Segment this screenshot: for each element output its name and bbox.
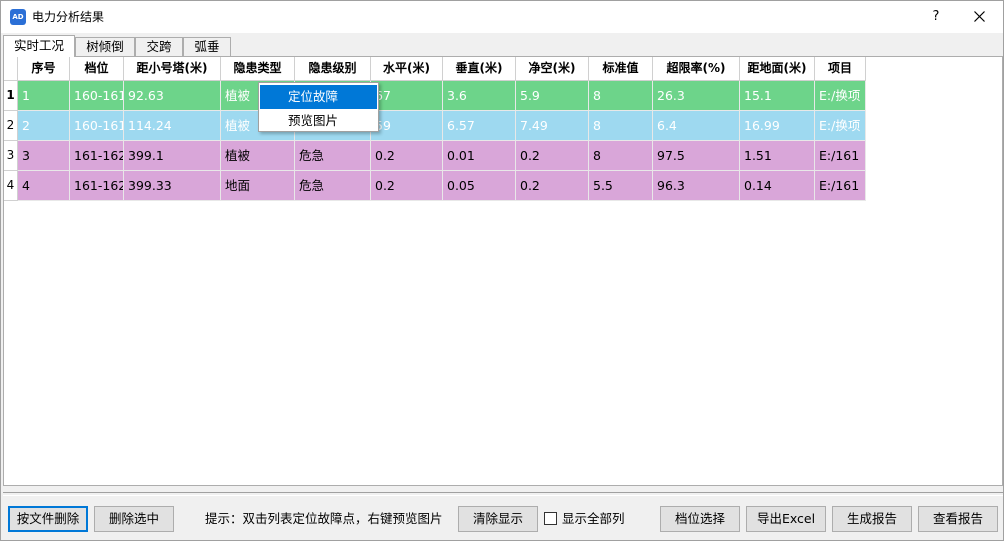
title-bar[interactable]: AD 电力分析结果 ? xyxy=(1,1,1003,33)
index-cell[interactable]: 1 xyxy=(18,81,70,111)
overrun-rate-cell[interactable]: 96.3 xyxy=(653,171,740,201)
project-cell[interactable]: E:/换项 xyxy=(815,81,866,111)
tab-realtime[interactable]: 实时工况 xyxy=(3,35,75,57)
vertical-cell[interactable]: 3.6 xyxy=(443,81,516,111)
horizontal-cell[interactable]: 67 xyxy=(371,81,443,111)
index-cell[interactable]: 3 xyxy=(18,141,70,171)
ground-distance-cell[interactable]: 16.99 xyxy=(740,111,815,141)
app-logo-icon: AD xyxy=(10,9,26,25)
ground-distance-cell[interactable]: 15.1 xyxy=(740,81,815,111)
tab-sag[interactable]: 弧垂 xyxy=(183,37,231,57)
delete-by-file-button[interactable]: 按文件删除 xyxy=(8,506,88,532)
project-cell[interactable]: E:/换项 xyxy=(815,111,866,141)
col-vertical-header[interactable]: 垂直(米) xyxy=(443,57,516,81)
span-cell[interactable]: 161-162 xyxy=(70,171,124,201)
show-all-columns-label[interactable]: 显示全部列 xyxy=(562,506,625,532)
col-distance-to-tower-header[interactable]: 距小号塔(米) xyxy=(124,57,221,81)
span-cell[interactable]: 160-161 xyxy=(70,111,124,141)
distance-to-tower-cell[interactable]: 399.1 xyxy=(124,141,221,171)
col-index-header[interactable]: 序号 xyxy=(18,57,70,81)
clear-display-button[interactable]: 清除显示 xyxy=(458,506,538,532)
hazard-type-cell[interactable]: 植被 xyxy=(221,141,295,171)
export-excel-button[interactable]: 导出Excel xyxy=(746,506,826,532)
distance-to-tower-cell[interactable]: 92.63 xyxy=(124,81,221,111)
show-all-columns-checkbox[interactable] xyxy=(544,512,557,525)
window-title: 电力分析结果 xyxy=(32,10,105,24)
row-header[interactable]: 4 xyxy=(4,171,18,201)
distance-to-tower-cell[interactable]: 114.24 xyxy=(124,111,221,141)
row-header[interactable]: 1 xyxy=(4,81,18,111)
tab-tree-fall[interactable]: 树倾倒 xyxy=(75,37,135,57)
generate-report-button[interactable]: 生成报告 xyxy=(832,506,912,532)
table-row[interactable]: 4 4 161-162 399.33 地面 危急 0.2 0.05 0.2 5.5 96.3 0.14… xyxy=(4,171,866,201)
row-header[interactable]: 2 xyxy=(4,111,18,141)
col-overrun-rate-header[interactable]: 超限率(%) xyxy=(653,57,740,81)
menu-item-preview-image[interactable]: 预览图片 xyxy=(260,109,377,133)
vertical-cell[interactable]: 6.57 xyxy=(443,111,516,141)
overrun-rate-cell[interactable]: 97.5 xyxy=(653,141,740,171)
horizontal-cell[interactable]: 59 xyxy=(371,111,443,141)
standard-cell[interactable]: 8 xyxy=(589,81,653,111)
horizontal-cell[interactable]: 0.2 xyxy=(371,171,443,201)
table-row[interactable]: 3 3 161-162 399.1 植被 危急 0.2 0.01 0.2 8 97.5 1.51 E:/… xyxy=(4,141,866,171)
context-menu: 定位故障 预览图片 xyxy=(258,82,379,132)
clearance-cell[interactable]: 0.2 xyxy=(516,171,589,201)
col-hazard-level-header[interactable]: 隐患级别 xyxy=(295,57,371,81)
tab-panel: 序号 档位 距小号塔(米) 隐患类型 隐患级别 水平(米) 垂直(米) 净空(米) 标准值 超限率… xyxy=(3,56,1003,486)
horizontal-cell[interactable]: 0.2 xyxy=(371,141,443,171)
col-span-header[interactable]: 档位 xyxy=(70,57,124,81)
menu-item-locate-fault[interactable]: 定位故障 xyxy=(260,85,377,109)
span-cell[interactable]: 160-161 xyxy=(70,81,124,111)
vertical-cell[interactable]: 0.05 xyxy=(443,171,516,201)
analysis-result-window: AD 电力分析结果 ? 实时工况 树倾倒 交跨 弧垂 序号 档位 距小号塔(米) 隐患… xyxy=(0,0,1004,541)
span-cell[interactable]: 161-162 xyxy=(70,141,124,171)
hazard-level-cell[interactable]: 危急 xyxy=(295,171,371,201)
col-standard-header[interactable]: 标准值 xyxy=(589,57,653,81)
distance-to-tower-cell[interactable]: 399.33 xyxy=(124,171,221,201)
standard-cell[interactable]: 5.5 xyxy=(589,171,653,201)
standard-cell[interactable]: 8 xyxy=(589,141,653,171)
col-clearance-header[interactable]: 净空(米) xyxy=(516,57,589,81)
clearance-cell[interactable]: 5.9 xyxy=(516,81,589,111)
col-project-header[interactable]: 项目 xyxy=(815,57,866,81)
span-select-button[interactable]: 档位选择 xyxy=(660,506,740,532)
view-report-button[interactable]: 查看报告 xyxy=(918,506,998,532)
clearance-cell[interactable]: 7.49 xyxy=(516,111,589,141)
ground-distance-cell[interactable]: 1.51 xyxy=(740,141,815,171)
footer-separator xyxy=(3,492,1003,496)
hazard-level-cell[interactable]: 危急 xyxy=(295,141,371,171)
table-corner[interactable] xyxy=(4,57,18,81)
overrun-rate-cell[interactable]: 6.4 xyxy=(653,111,740,141)
tab-crossing[interactable]: 交跨 xyxy=(135,37,183,57)
standard-cell[interactable]: 8 xyxy=(589,111,653,141)
row-header[interactable]: 3 xyxy=(4,141,18,171)
project-cell[interactable]: E:/161 xyxy=(815,171,866,201)
col-hazard-type-header[interactable]: 隐患类型 xyxy=(221,57,295,81)
table-row[interactable]: 1 1 160-161 92.63 植被 67 3.6 5.9 8 26.3 15.1 E:/换项 xyxy=(4,81,866,111)
table-row[interactable]: 2 2 160-161 114.24 植被 59 6.57 7.49 8 6.4 16.99 E:/换… xyxy=(4,111,866,141)
overrun-rate-cell[interactable]: 26.3 xyxy=(653,81,740,111)
close-button[interactable] xyxy=(961,5,997,29)
hazard-type-cell[interactable]: 地面 xyxy=(221,171,295,201)
index-cell[interactable]: 2 xyxy=(18,111,70,141)
index-cell[interactable]: 4 xyxy=(18,171,70,201)
vertical-cell[interactable]: 0.01 xyxy=(443,141,516,171)
clearance-cell[interactable]: 0.2 xyxy=(516,141,589,171)
col-horizontal-header[interactable]: 水平(米) xyxy=(371,57,443,81)
hint-text: 提示：双击列表定位故障点，右键预览图片 xyxy=(205,511,443,526)
col-ground-distance-header[interactable]: 距地面(米) xyxy=(740,57,815,81)
result-table[interactable]: 序号 档位 距小号塔(米) 隐患类型 隐患级别 水平(米) 垂直(米) 净空(米) 标准值 超限率… xyxy=(4,57,1002,485)
ground-distance-cell[interactable]: 0.14 xyxy=(740,171,815,201)
close-icon xyxy=(974,11,985,22)
delete-selected-button[interactable]: 删除选中 xyxy=(94,506,174,532)
project-cell[interactable]: E:/161 xyxy=(815,141,866,171)
help-button[interactable]: ? xyxy=(921,5,951,29)
